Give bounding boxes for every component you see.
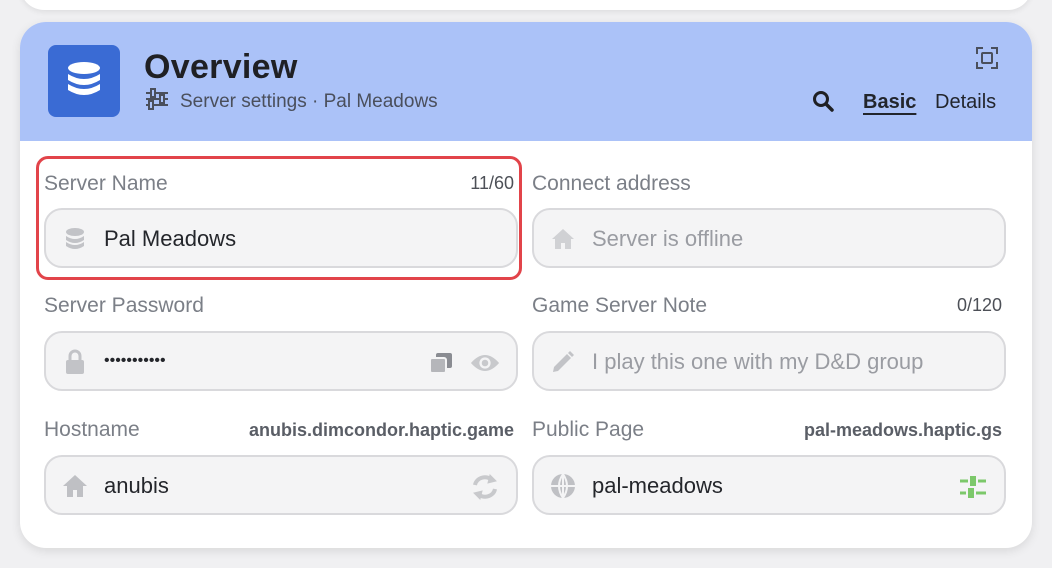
lock-icon [62,349,88,375]
game-server-note-label: Game Server Note [532,294,708,317]
server-name-counter: 11/60 [470,173,514,193]
breadcrumb-text: Server settings · Pal Meadows [180,91,438,112]
refresh-icon[interactable] [470,473,500,501]
connect-address-label: Connect address [532,172,691,195]
copy-icon[interactable] [426,349,456,377]
hostname-value: anubis [104,473,169,498]
game-server-note-counter: 0/120 [956,295,1002,315]
overview-card: Overview Server settings · Pal Meadows B… [20,22,1032,548]
public-page-domain: pal-meadows.haptic.gs [803,420,1002,440]
server-password-field[interactable]: ••••••••••• [44,331,518,391]
search-icon[interactable] [812,90,834,112]
card-header: Overview Server settings · Pal Meadows B… [20,22,1032,141]
server-name-label: Server Name [44,172,168,195]
connect-address-field[interactable]: Server is offline [532,208,1006,268]
hostname-field[interactable]: anubis [44,455,518,515]
database-icon [62,226,88,252]
connect-address-placeholder: Server is offline [592,226,744,251]
public-page-label: Public Page [532,418,645,441]
previous-card-edge [20,0,1032,10]
expand-icon[interactable] [975,46,999,70]
sliders-icon [144,88,170,116]
home-icon [550,226,576,252]
game-server-note-placeholder: I play this one with my D&D group [592,349,924,374]
server-password-value: ••••••••••• [104,352,166,369]
tab-basic[interactable]: Basic [863,91,916,114]
home-icon [62,473,88,499]
page-title: Overview [144,48,298,86]
server-name-field[interactable]: Pal Meadows [44,208,518,268]
server-name-value: Pal Meadows [104,226,237,251]
pencil-icon [550,349,576,375]
eye-icon[interactable] [470,349,500,377]
public-page-field[interactable]: pal-meadows [532,455,1006,515]
settings-sliders-icon[interactable] [958,473,988,501]
hostname-domain: anubis.dimcondor.haptic.game [248,420,514,440]
hostname-label: Hostname [44,418,140,441]
server-password-label: Server Password [44,294,204,317]
tab-details[interactable]: Details [935,91,996,114]
database-icon [48,45,120,117]
globe-icon [550,473,576,499]
public-page-value: pal-meadows [592,473,723,498]
breadcrumb: Server settings · Pal Meadows [144,88,438,116]
game-server-note-field[interactable]: I play this one with my D&D group [532,331,1006,391]
